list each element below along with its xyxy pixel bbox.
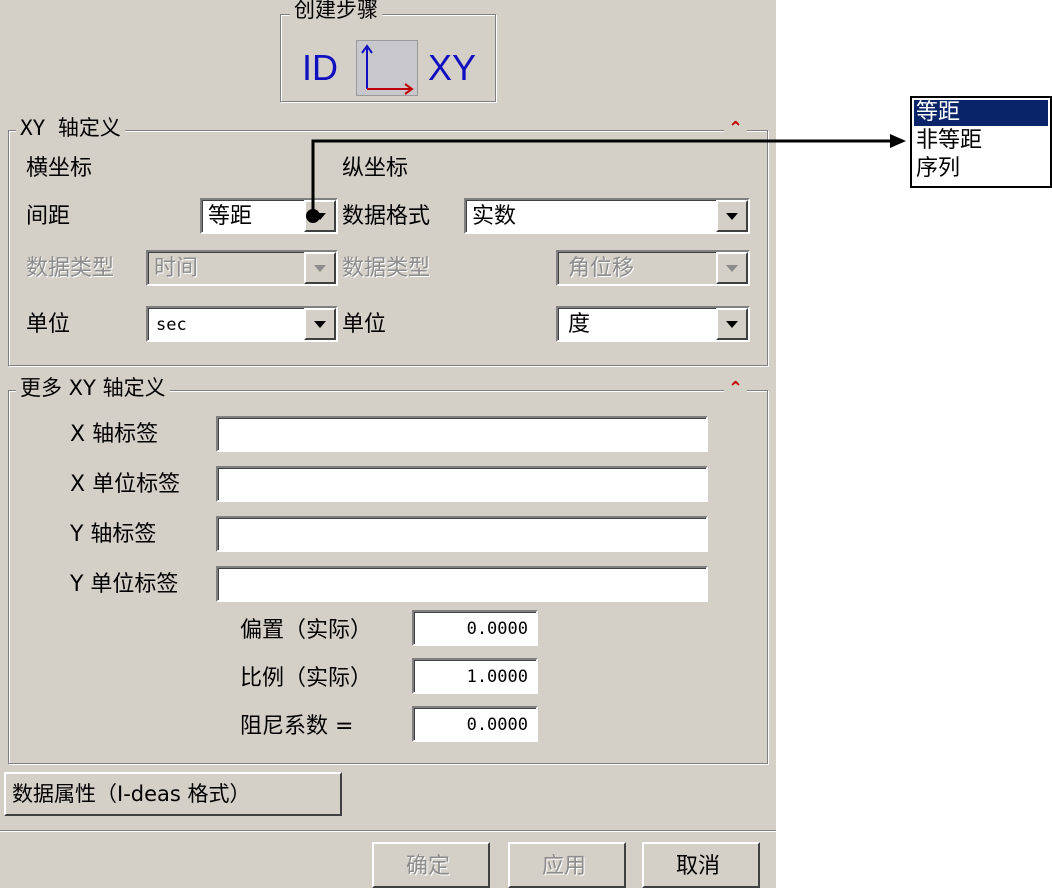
spacing-option-unequal-label: 非等距 (916, 128, 983, 153)
spacing-options-popup: 等距 非等距 序列 (910, 96, 1052, 188)
spacing-option-sequence-label: 序列 (916, 156, 961, 181)
spacing-option-equal[interactable]: 等距 (914, 100, 1048, 126)
spacing-option-sequence[interactable]: 序列 (914, 156, 1048, 182)
spacing-option-equal-label: 等距 (916, 100, 961, 125)
spacing-option-unequal[interactable]: 非等距 (914, 128, 1048, 154)
callout-connector (306, 134, 906, 223)
